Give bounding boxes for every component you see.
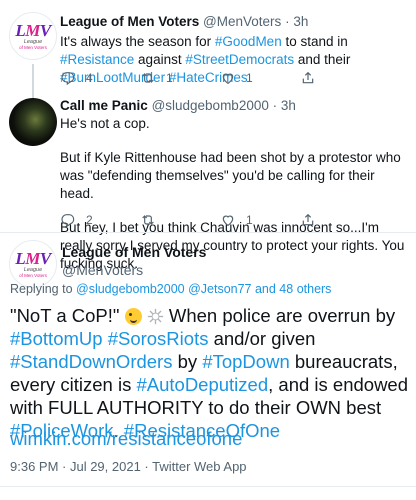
external-link[interactable]: wimkin.com/resistanceofone xyxy=(10,428,242,450)
author-handle[interactable]: @MenVoters xyxy=(62,262,143,278)
burst-emoji-icon xyxy=(147,308,163,325)
main-tweet: LMV League of Men Voters League of Men V… xyxy=(0,0,416,500)
replying-to: Replying to @sludgebomb2000 @Jetson77 an… xyxy=(10,282,332,296)
hashtag-link[interactable]: #BottomUp xyxy=(10,328,103,349)
avatar[interactable]: LMV League of Men Voters xyxy=(9,240,57,288)
tweet-text-segment: by xyxy=(172,351,203,372)
divider xyxy=(0,486,416,487)
main-tweet-text: "NoT a CoP!" When police are overrun by … xyxy=(10,304,410,442)
zany-face-emoji-icon xyxy=(124,308,142,325)
tweet-text-segment: "NoT a CoP!" xyxy=(10,305,125,326)
hashtag-link[interactable]: #StandDownOrders xyxy=(10,351,172,372)
tweet-timestamp[interactable]: 9:36 PM · Jul 29, 2021 · Twitter Web App xyxy=(10,459,247,474)
tweet-text-segment: and/or given xyxy=(208,328,316,349)
replying-to-link[interactable]: @sludgebomb2000 @Jetson77 and 48 others xyxy=(76,282,331,296)
tweet-text-segment: When police are overrun by xyxy=(163,305,396,326)
hashtag-link[interactable]: #SorosRiots xyxy=(108,328,209,349)
hashtag-link[interactable]: #AutoDeputized xyxy=(136,374,268,395)
author-name[interactable]: League of Men Voters xyxy=(62,244,206,260)
hashtag-link[interactable]: #TopDown xyxy=(202,351,289,372)
